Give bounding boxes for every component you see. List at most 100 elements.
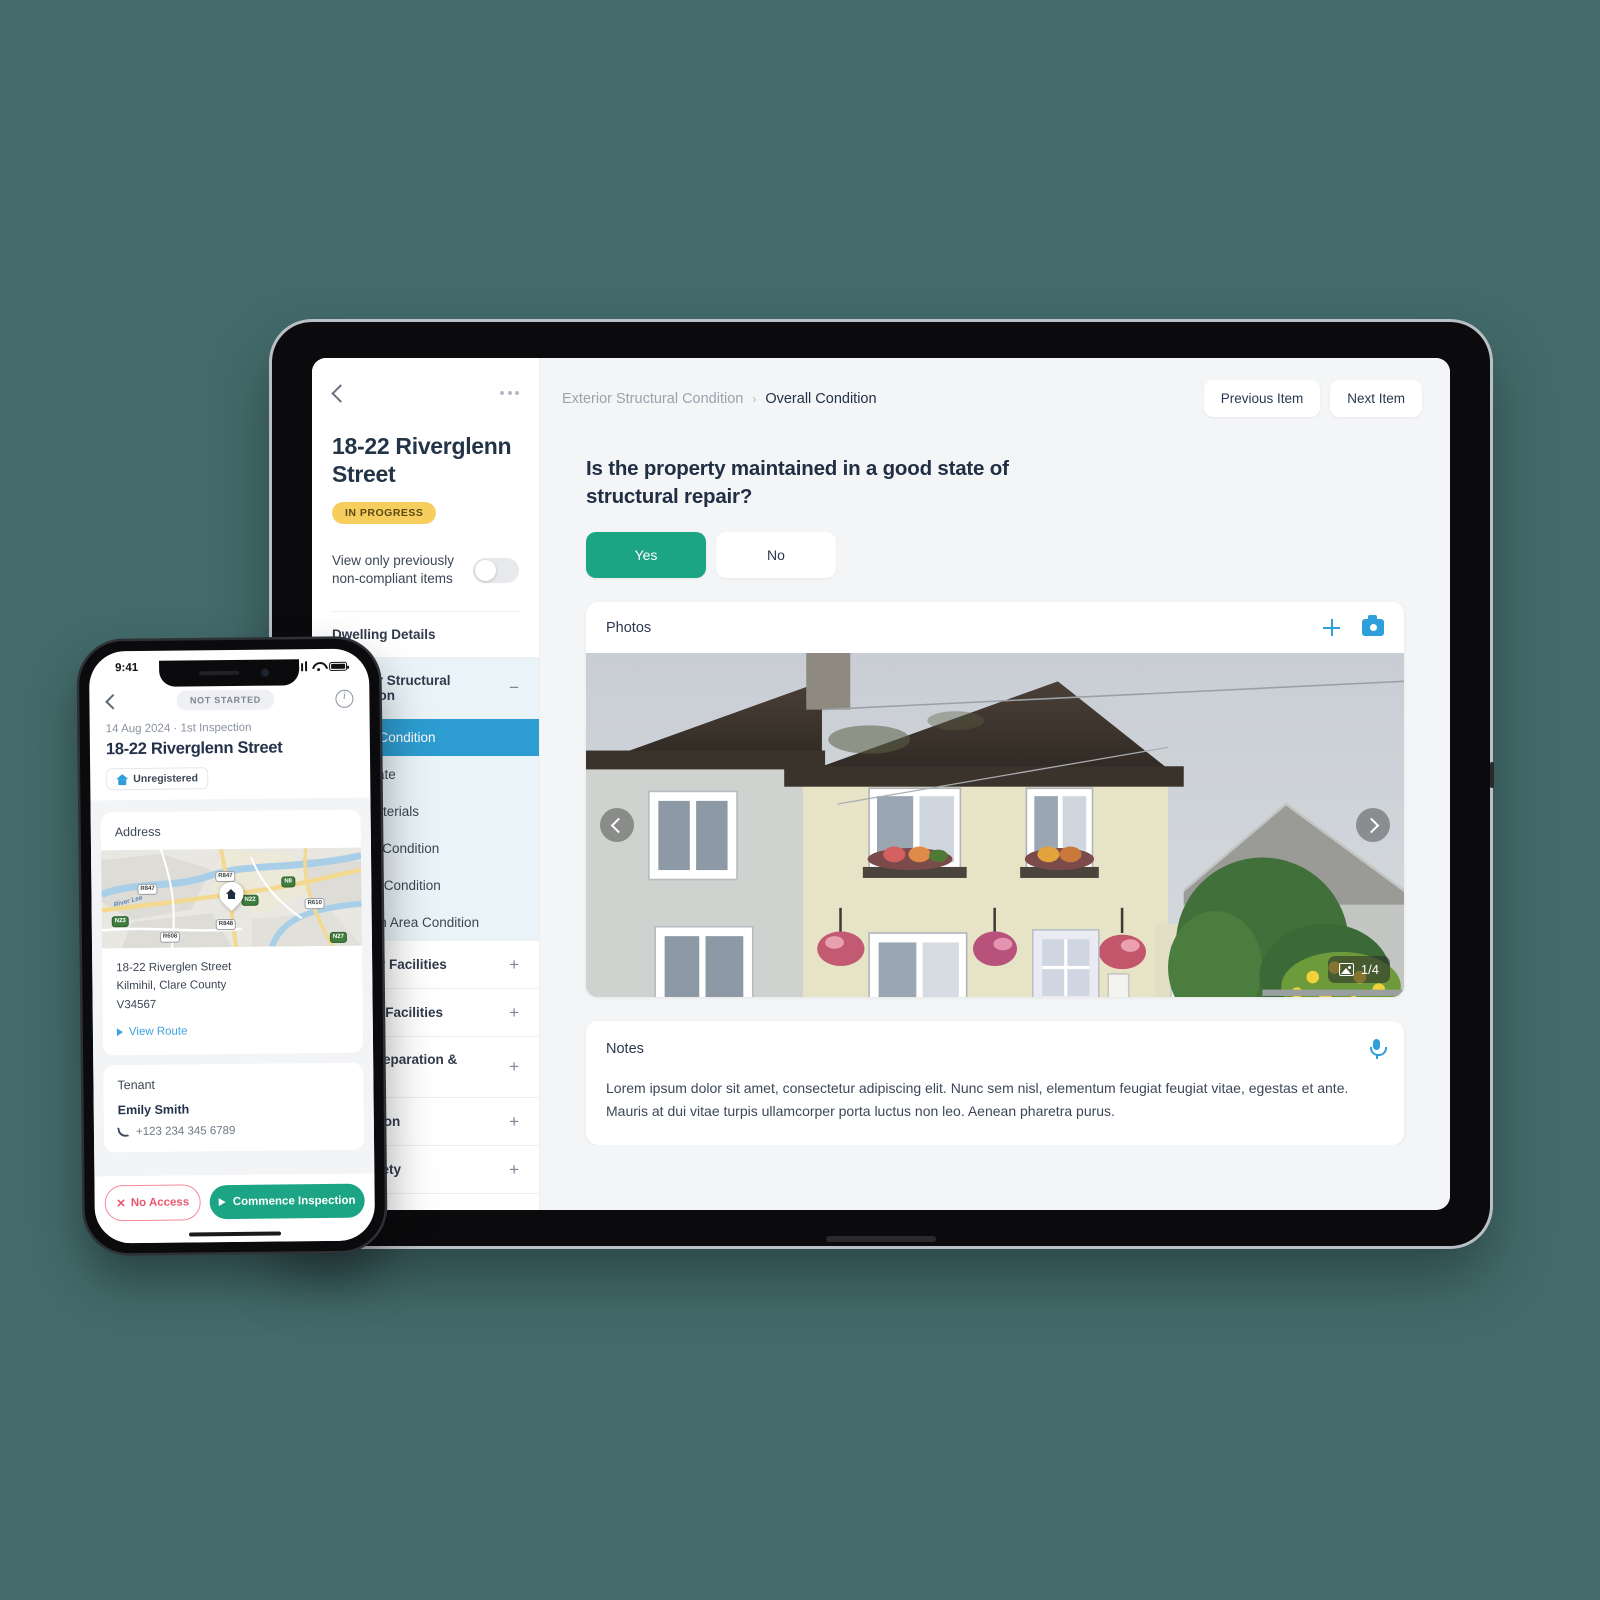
tablet-screen: 18-22 Riverglenn Street IN PROGRESS View… xyxy=(312,358,1450,1210)
notes-text[interactable]: Lorem ipsum dolor sit amet, consectetur … xyxy=(586,1077,1404,1144)
no-access-label: No Access xyxy=(130,1196,190,1210)
tenant-phone-number: +123 234 345 6789 xyxy=(135,1124,236,1138)
photos-card-header: Photos xyxy=(586,602,1404,653)
close-x-icon: ✕ xyxy=(116,1198,126,1211)
no-access-button[interactable]: ✕ No Access xyxy=(104,1184,201,1222)
map-road-label: R847 xyxy=(137,883,158,895)
photo-next-button[interactable] xyxy=(1356,808,1390,843)
question-text: Is the property maintained in a good sta… xyxy=(586,457,1009,508)
answer-no-button[interactable]: No xyxy=(716,532,836,579)
tenant-card: Tenant Emily Smith +123 234 345 6789 xyxy=(103,1062,365,1152)
breadcrumb: Exterior Structural Condition › Overall … xyxy=(562,391,877,407)
wifi-icon xyxy=(312,662,324,671)
tenant-phone[interactable]: +123 234 345 6789 xyxy=(104,1114,364,1152)
address-line-2: Kilmihil, Clare County xyxy=(116,979,227,993)
address-card: Address River Lee R847 R847 N8 N22 R610 … xyxy=(100,809,364,1055)
play-triangle-icon xyxy=(116,1028,123,1037)
address-map[interactable]: River Lee R847 R847 N8 N22 R610 N23 R848… xyxy=(100,847,363,949)
phone-device: 9:41 NOT STARTED 14 Aug 2024 · 1st Inspe… xyxy=(78,638,386,1254)
info-icon[interactable] xyxy=(335,689,354,708)
tenant-card-title: Tenant xyxy=(117,1077,156,1092)
play-triangle-icon xyxy=(218,1198,226,1207)
main-header: Exterior Structural Condition › Overall … xyxy=(540,358,1450,427)
house-icon xyxy=(116,774,128,785)
phone-screen: 9:41 NOT STARTED 14 Aug 2024 · 1st Inspe… xyxy=(88,648,376,1244)
tablet-main: Exterior Structural Condition › Overall … xyxy=(540,358,1450,1210)
plus-icon: + xyxy=(509,1159,519,1179)
view-route-link[interactable]: View Route xyxy=(116,1021,349,1042)
plus-icon: + xyxy=(509,954,519,974)
photo-counter-label: 1/4 xyxy=(1360,962,1379,978)
address-details: 18-22 Riverglen Street Kilmihil, Clare C… xyxy=(102,946,363,1055)
map-road-label: R610 xyxy=(304,898,325,910)
commence-label: Commence Inspection xyxy=(232,1194,356,1209)
map-road-label: N8 xyxy=(281,876,296,888)
breadcrumb-current: Overall Condition xyxy=(765,390,877,407)
answer-options: Yes No xyxy=(586,532,1404,579)
address-line-1: 18-22 Riverglen Street xyxy=(116,961,232,975)
notes-card-header: Notes xyxy=(586,1021,1404,1077)
phone-icon xyxy=(117,1125,130,1138)
photo-prev-button[interactable] xyxy=(600,808,634,843)
breadcrumb-parent[interactable]: Exterior Structural Condition xyxy=(562,391,743,407)
plus-icon[interactable] xyxy=(1323,619,1340,637)
plus-icon: + xyxy=(509,1002,519,1022)
screenshot-stage: 18-22 Riverglenn Street IN PROGRESS View… xyxy=(0,0,1600,1600)
photos-title: Photos xyxy=(606,619,652,636)
status-badge: NOT STARTED xyxy=(176,689,275,711)
tablet-side-button xyxy=(1490,762,1494,788)
view-route-label: View Route xyxy=(128,1025,188,1039)
registration-label: Unregistered xyxy=(133,772,199,786)
microphone-icon[interactable] xyxy=(1369,1038,1387,1060)
image-icon xyxy=(1338,963,1354,977)
sidebar-header: 18-22 Riverglenn Street IN PROGRESS View… xyxy=(312,358,539,612)
chevron-left-icon[interactable] xyxy=(105,693,115,710)
front-camera-icon xyxy=(261,668,270,677)
map-road-label: R608 xyxy=(159,931,181,943)
chevron-left-icon[interactable] xyxy=(332,384,343,403)
tablet-bottom-accent xyxy=(826,1236,936,1242)
photos-actions xyxy=(1323,615,1384,637)
camera-icon[interactable] xyxy=(1362,615,1384,637)
notes-title: Notes xyxy=(606,1041,644,1058)
photo-viewer[interactable]: 1/4 xyxy=(586,653,1404,998)
phone-notch xyxy=(159,659,300,687)
noncompliant-toggle[interactable] xyxy=(473,557,519,583)
previous-item-button[interactable]: Previous Item xyxy=(1203,380,1321,417)
photos-card: Photos 1/4 xyxy=(586,602,1404,998)
status-badge: IN PROGRESS xyxy=(332,502,437,525)
plus-icon: + xyxy=(509,1057,519,1077)
phone-header: NOT STARTED xyxy=(89,683,369,724)
battery-icon xyxy=(329,661,348,671)
property-photo xyxy=(586,653,1404,998)
phone-action-bar: ✕ No Access Commence Inspection xyxy=(94,1173,375,1228)
map-road-label: N27 xyxy=(329,931,347,943)
chevron-right-icon: › xyxy=(752,391,757,406)
page-title: 18-22 Riverglenn Street xyxy=(105,738,283,759)
phone-content: Address River Lee R847 R847 N8 N22 R610 … xyxy=(90,797,375,1177)
address-line-3: V34567 xyxy=(116,998,157,1011)
tablet-device: 18-22 Riverglenn Street IN PROGRESS View… xyxy=(272,322,1494,1246)
photo-counter: 1/4 xyxy=(1327,956,1390,984)
plus-icon: + xyxy=(509,1111,519,1131)
commence-inspection-button[interactable]: Commence Inspection xyxy=(209,1183,365,1220)
registration-status-badge: Unregistered xyxy=(106,767,209,791)
map-road-label: R848 xyxy=(215,918,237,931)
status-indicators xyxy=(292,661,348,672)
group-label: Dwelling Details xyxy=(332,626,436,642)
speaker-grille xyxy=(199,670,240,676)
item-nav-buttons: Previous Item Next Item xyxy=(1203,380,1422,417)
noncompliant-toggle-row: View only previously non-compliant items xyxy=(332,552,519,612)
next-item-button[interactable]: Next Item xyxy=(1330,380,1422,417)
status-time: 9:41 xyxy=(115,661,139,675)
toggle-label: View only previously non-compliant items xyxy=(332,553,455,587)
sidebar-nav-row xyxy=(332,380,519,406)
home-indicator xyxy=(94,1224,376,1244)
map-road-label: N22 xyxy=(241,894,259,906)
page-title: 18-22 Riverglenn Street xyxy=(332,433,512,488)
minus-icon: − xyxy=(509,678,519,698)
answer-yes-button[interactable]: Yes xyxy=(586,532,706,579)
map-road-label: R847 xyxy=(215,870,236,883)
main-body: Is the property maintained in a good sta… xyxy=(540,427,1450,1145)
more-options-icon[interactable] xyxy=(500,391,519,395)
